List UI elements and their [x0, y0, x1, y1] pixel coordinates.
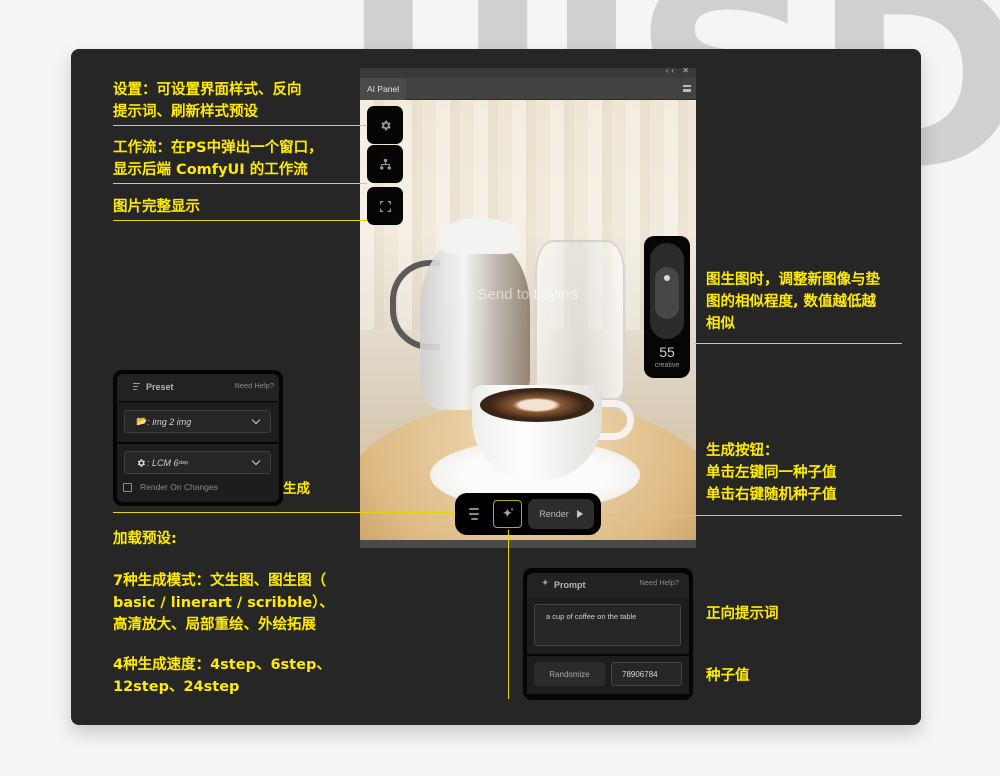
- collapse-close-controls[interactable]: ‹‹ ✕: [666, 66, 692, 75]
- annotation-positive-prompt: 正向提示词: [706, 606, 779, 622]
- fit-image-button[interactable]: [367, 187, 403, 225]
- hamburger-icon[interactable]: [683, 85, 691, 92]
- preset-title: Preset: [146, 382, 174, 392]
- annotation-load-preset: 加载预设:: [113, 531, 177, 547]
- panel-bottom-bar: [360, 540, 696, 548]
- speed-value: : LCM 6: [147, 457, 179, 468]
- annotation-seed: 种子值: [706, 668, 750, 684]
- speed-select[interactable]: : LCM 6 step: [124, 451, 271, 474]
- leader-line-strength: [694, 343, 902, 344]
- annotation-fit-image: 图片完整显示: [113, 199, 200, 215]
- seed-input[interactable]: 78906784: [611, 662, 682, 686]
- speed-section: : LCM 6 step: [117, 444, 279, 502]
- render-on-changes-row[interactable]: Render On Changes: [123, 482, 218, 492]
- play-icon: [576, 510, 583, 518]
- render-button[interactable]: Render: [528, 499, 594, 529]
- strength-label: creative: [654, 362, 680, 369]
- sparkle-icon: [502, 508, 513, 518]
- panel-title-bar: ‹‹ ✕: [360, 66, 696, 78]
- image-canvas[interactable]: Send to Layers 55 creative: [360, 100, 696, 540]
- mode-value: : img 2 img: [147, 416, 192, 427]
- strength-value: 55: [659, 344, 675, 360]
- settings-button[interactable]: [367, 106, 403, 144]
- list-icon[interactable]: [465, 504, 483, 524]
- kettle-lid: [440, 218, 520, 254]
- annotation-settings: 设置：可设置界面样式、反向 提示词、刷新样式预设: [113, 82, 302, 120]
- render-toolbar: Render: [455, 493, 601, 535]
- slider-track[interactable]: [650, 243, 684, 339]
- mode-select[interactable]: 📂 : img 2 img: [124, 410, 271, 433]
- tab-ai-panel[interactable]: AI Panel: [360, 78, 407, 100]
- preset-header: Preset Need Help?: [117, 374, 279, 401]
- chevron-down-icon: [251, 456, 261, 466]
- gear-icon: [380, 120, 391, 130]
- leader-line-preset: [113, 512, 471, 513]
- sparkle-icon: ✦: [541, 578, 550, 589]
- prompt-input[interactable]: a cup of coffee on the table: [534, 604, 681, 646]
- slider-thumb[interactable]: [655, 266, 679, 319]
- mode-section: 📂 : img 2 img: [117, 402, 279, 442]
- chevron-down-icon: [251, 415, 261, 425]
- speed-superscript: step: [178, 459, 188, 466]
- leader-line-render: [590, 515, 902, 516]
- prompt-title: Prompt: [554, 580, 586, 590]
- randomize-button[interactable]: Randomize: [534, 662, 605, 686]
- prompt-body: a cup of coffee on the table: [527, 598, 689, 654]
- gear-icon: [137, 458, 145, 467]
- list-icon: [133, 383, 140, 390]
- render-on-changes-label: Render On Changes: [140, 482, 218, 492]
- slider-dot: [664, 274, 670, 281]
- leader-line-generate: [508, 530, 509, 699]
- seed-row: Randomize 78906784: [527, 656, 689, 694]
- annotation-workflow: 工作流：在PS中弹出一个窗口， 显示后端 ComfyUI 的工作流: [113, 140, 323, 178]
- render-label: Render: [539, 509, 569, 519]
- folder-icon: 📂: [136, 416, 148, 426]
- latte-art: [480, 388, 594, 422]
- preset-panel: Preset Need Help? 📂 : img 2 img : LCM 6s…: [113, 370, 283, 506]
- need-help-link[interactable]: Need Help?: [234, 381, 274, 390]
- glass-pitcher: [535, 240, 625, 400]
- annotation-strength: 图生图时，调整新图像与垫 图的相似程度, 数值越低越 相似: [706, 272, 880, 332]
- panel-tab-bar: AI Panel: [360, 78, 696, 100]
- annotation-render: 生成按钮： 单击左键同一种子值 单击右键随机种子值: [706, 443, 837, 503]
- need-help-link[interactable]: Need Help?: [639, 578, 679, 587]
- ai-panel-window: ‹‹ ✕ AI Panel Send to Layers 55 creative: [360, 66, 696, 548]
- leader-line-fit-image: [113, 220, 367, 221]
- leader-line-workflow: [113, 183, 367, 184]
- leader-line-settings: [113, 125, 367, 126]
- annotation-modes: 7种生成模式：文生图、图生图（ basic / linerart / scrib…: [113, 573, 334, 633]
- annotation-speeds: 4种生成速度：4step、6step、 12step、24step: [113, 657, 331, 695]
- strength-slider[interactable]: 55 creative: [644, 236, 690, 378]
- prompt-header: ✦ Prompt Need Help?: [527, 573, 689, 598]
- workflow-button[interactable]: [367, 145, 403, 183]
- generate-button[interactable]: [493, 500, 522, 528]
- prompt-panel: ✦ Prompt Need Help? a cup of coffee on t…: [523, 568, 693, 700]
- fullscreen-icon: [379, 200, 391, 212]
- render-on-changes-checkbox[interactable]: [123, 482, 132, 492]
- workflow-icon: [379, 158, 391, 169]
